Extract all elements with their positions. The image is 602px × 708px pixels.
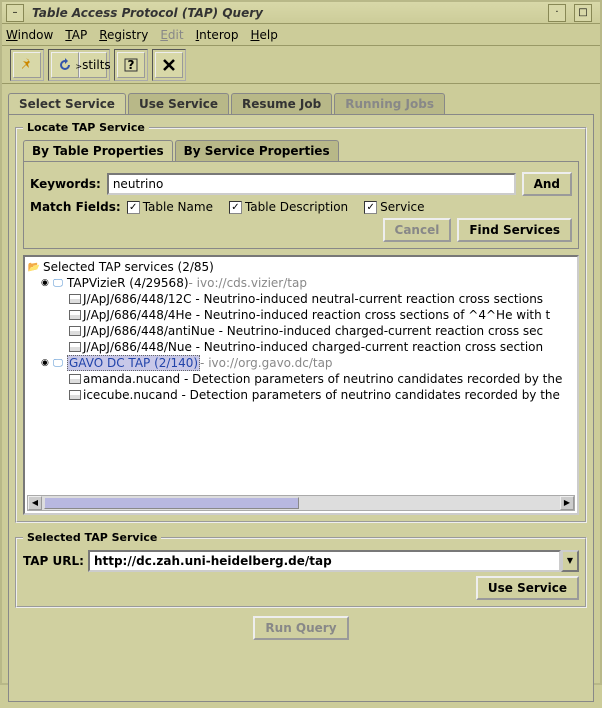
help-button[interactable]: ? [117, 52, 145, 78]
menu-help[interactable]: Help [250, 28, 277, 42]
table-icon [69, 310, 81, 320]
checkbox-service[interactable]: ✓ Service [364, 200, 424, 214]
locate-tabs: By Table Properties By Service Propertie… [23, 140, 579, 161]
tab-panel: Locate TAP Service By Table Properties B… [8, 114, 594, 702]
tree-root[interactable]: 📂 Selected TAP services (2/85) [27, 259, 575, 275]
checkbox-table-description[interactable]: ✓ Table Description [229, 200, 348, 214]
app-window: – Table Access Protocol (TAP) Query · □ … [0, 0, 602, 685]
locate-fieldset: Locate TAP Service By Table Properties B… [15, 121, 587, 523]
collapse-icon[interactable]: ◉ [41, 278, 51, 288]
services-tree[interactable]: 📂 Selected TAP services (2/85) ◉ 🖵 TAPVi… [23, 255, 579, 515]
pin-button[interactable] [13, 52, 41, 78]
menubar: Window TAP Registry Edit Interop Help [2, 24, 600, 46]
tree-table[interactable]: icecube.nucand - Detection parameters of… [27, 387, 575, 403]
keywords-label: Keywords: [30, 177, 101, 191]
run-query-button: Run Query [253, 616, 348, 640]
tab-select-service[interactable]: Select Service [8, 93, 126, 114]
minimize-button[interactable]: · [548, 4, 566, 22]
selected-legend: Selected TAP Service [23, 531, 161, 544]
monitor-icon: 🖵 [51, 278, 65, 289]
scroll-right-button[interactable]: ▶ [560, 496, 574, 510]
folder-icon: 📂 [27, 262, 41, 273]
monitor-icon: 🖵 [51, 358, 65, 369]
stilts-icon: >stilts [75, 58, 110, 72]
tab-use-service[interactable]: Use Service [128, 93, 229, 114]
tab-by-table[interactable]: By Table Properties [23, 140, 173, 161]
tree-service[interactable]: ◉ 🖵 GAVO DC TAP (2/140) - ivo://org.gavo… [27, 355, 575, 371]
content-area: Select Service Use Service Resume Job Ru… [2, 84, 600, 708]
window-title: Table Access Protocol (TAP) Query [32, 6, 548, 20]
main-tabs: Select Service Use Service Resume Job Ru… [8, 90, 594, 114]
menu-registry[interactable]: Registry [99, 28, 148, 42]
tap-url-label: TAP URL: [23, 554, 84, 568]
scroll-left-button[interactable]: ◀ [28, 496, 42, 510]
table-icon [69, 342, 81, 352]
tab-resume-job[interactable]: Resume Job [231, 93, 332, 114]
table-icon [69, 294, 81, 304]
tree-table[interactable]: amanda.nucand - Detection parameters of … [27, 371, 575, 387]
horizontal-scrollbar[interactable]: ◀ ▶ [27, 495, 575, 511]
tree-table[interactable]: J/ApJ/686/448/4He - Neutrino-induced rea… [27, 307, 575, 323]
selected-service-fieldset: Selected TAP Service TAP URL: ▼ Use Serv… [15, 531, 587, 608]
check-icon: ✓ [229, 201, 242, 214]
help-icon: ? [123, 57, 139, 73]
locate-inner-panel: Keywords: And Match Fields: ✓ Table Name… [23, 161, 579, 249]
pin-icon [19, 57, 35, 73]
toolbar: >stilts ? [2, 46, 600, 84]
titlebar: – Table Access Protocol (TAP) Query · □ [2, 2, 600, 24]
locate-legend: Locate TAP Service [23, 121, 149, 134]
scroll-thumb[interactable] [44, 497, 299, 509]
menu-edit: Edit [160, 28, 183, 42]
keywords-input[interactable] [107, 173, 516, 195]
use-service-button[interactable]: Use Service [476, 576, 579, 600]
check-icon: ✓ [364, 201, 377, 214]
check-icon: ✓ [127, 201, 140, 214]
tab-running-jobs: Running Jobs [334, 93, 445, 114]
table-icon [69, 326, 81, 336]
reload-icon [57, 57, 73, 73]
table-icon [69, 374, 81, 384]
menu-tap[interactable]: TAP [65, 28, 87, 42]
and-button[interactable]: And [522, 172, 572, 196]
maximize-button[interactable]: □ [574, 4, 592, 22]
close-icon [161, 57, 177, 73]
table-icon [69, 390, 81, 400]
tree-table[interactable]: J/ApJ/686/448/12C - Neutrino-induced neu… [27, 291, 575, 307]
stilts-button[interactable]: >stilts [79, 52, 107, 78]
url-dropdown-button[interactable]: ▼ [561, 550, 579, 572]
tree-table[interactable]: J/ApJ/686/448/antiNue - Neutrino-induced… [27, 323, 575, 339]
match-fields-label: Match Fields: [30, 200, 121, 214]
svg-text:?: ? [128, 58, 135, 72]
close-button[interactable] [155, 52, 183, 78]
menu-window[interactable]: Window [6, 28, 53, 42]
window-menu-button[interactable]: – [6, 4, 24, 22]
find-services-button[interactable]: Find Services [457, 218, 572, 242]
tree-service[interactable]: ◉ 🖵 TAPVizieR (4/29568) - ivo://cds.vizi… [27, 275, 575, 291]
checkbox-table-name[interactable]: ✓ Table Name [127, 200, 213, 214]
tab-by-service[interactable]: By Service Properties [175, 140, 339, 161]
collapse-icon[interactable]: ◉ [41, 358, 51, 368]
tree-table[interactable]: J/ApJ/686/448/Nue - Neutrino-induced cha… [27, 339, 575, 355]
tap-url-input[interactable] [88, 550, 561, 572]
menu-interop[interactable]: Interop [196, 28, 239, 42]
cancel-button: Cancel [383, 218, 452, 242]
